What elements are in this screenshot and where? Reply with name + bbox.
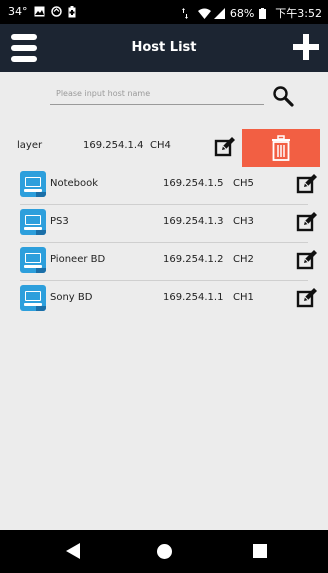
host-row[interactable]: Pioneer BD 169.254.1.2 CH2 [0,243,328,281]
search-button[interactable] [272,85,294,107]
host-ip: 169.254.1.5 [163,178,224,189]
screen: 34° 68% 下午3:52 Host List Please input ho… [0,0,328,573]
search-input[interactable] [50,82,264,105]
host-ip: 169.254.1.4 [83,140,144,151]
edit-icon [296,174,317,194]
data-arrows-icon [181,7,193,19]
edit-icon [296,250,317,270]
host-channel: CH5 [233,178,254,189]
host-ip: 169.254.1.2 [163,254,224,265]
host-ip: 169.254.1.1 [163,292,224,303]
add-host-button[interactable] [293,34,319,60]
search-icon [273,86,294,107]
battery-icon [259,7,270,19]
edit-host-button[interactable] [296,249,318,271]
search-bar [0,72,328,118]
host-row[interactable]: layer 169.254.1.4 CH4 [0,129,328,167]
host-channel: CH4 [150,140,171,151]
delete-host-button[interactable] [242,129,320,167]
status-left: 34° [8,5,79,18]
system-nav-bar [0,530,328,573]
battery-saver-notification-icon [68,6,79,18]
host-name: PS3 [50,216,69,227]
signal-icon [213,7,225,19]
image-notification-icon [34,6,45,17]
edit-icon [296,212,317,232]
host-row[interactable]: Notebook 169.254.1.5 CH5 [0,167,328,205]
recent-apps-icon[interactable] [253,544,267,558]
edit-host-button[interactable] [214,136,236,158]
menu-icon-bar [11,34,37,40]
battery-percent-text: 68% [229,6,255,20]
trash-icon [272,135,290,161]
edit-icon [214,137,235,157]
menu-icon-bar [11,56,37,62]
host-name: Notebook [50,178,99,189]
edit-host-button[interactable] [296,287,318,309]
host-row[interactable]: PS3 169.254.1.3 CH3 [0,205,328,243]
host-channel: CH2 [233,254,254,265]
notebook-device-icon [20,171,46,197]
edit-icon [296,288,317,308]
host-ip: 169.254.1.3 [163,216,224,227]
temperature-text: 34° [8,5,28,18]
bd-player-device-icon [20,247,46,273]
app-header: Host List [0,24,328,72]
menu-icon-bar [11,45,37,51]
status-right: 68% 下午3:52 [181,5,322,21]
menu-button[interactable] [11,34,37,62]
host-channel: CH3 [233,216,254,227]
back-icon[interactable] [66,543,80,559]
host-channel: CH1 [233,292,254,303]
host-name: layer [17,140,43,151]
sync-notification-icon [50,6,62,17]
edit-host-button[interactable] [296,173,318,195]
status-bar: 34° 68% 下午3:52 [0,0,328,24]
host-name: Pioneer BD [50,254,106,265]
home-icon[interactable] [157,544,172,559]
bd-player-device-icon [20,285,46,311]
page-title: Host List [131,40,197,55]
host-row[interactable]: Sony BD 169.254.1.1 CH1 [0,281,328,319]
host-name: Sony BD [50,292,93,303]
wifi-icon [197,8,211,19]
clock-text: 下午3:52 [275,7,322,20]
edit-host-button[interactable] [296,211,318,233]
ps3-device-icon [20,209,46,235]
